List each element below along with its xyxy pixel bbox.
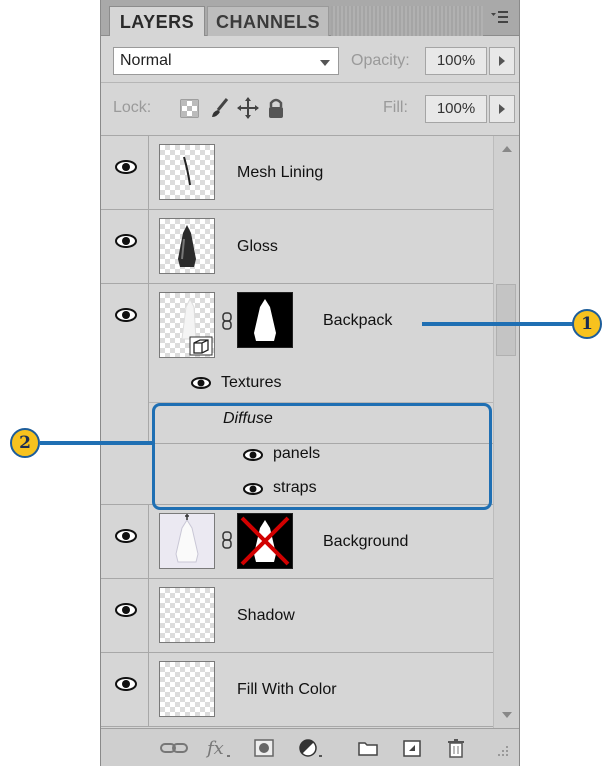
layer-thumbnail[interactable] xyxy=(159,587,215,643)
layer-thumbnail[interactable] xyxy=(159,144,215,200)
textures-row[interactable]: Textures xyxy=(149,366,493,403)
layers-panel: LAYERS CHANNELS Normal Opacity: 100% Loc… xyxy=(100,0,520,766)
visibility-toggle[interactable] xyxy=(101,505,149,578)
lock-label: Lock: xyxy=(113,99,152,116)
chevron-down-icon xyxy=(320,60,330,66)
layer-thumbnail[interactable] xyxy=(159,661,215,717)
visibility-toggle[interactable] xyxy=(101,136,149,209)
lock-all-icon[interactable] xyxy=(265,97,287,119)
callout-2-line xyxy=(40,441,152,445)
adjustment-layer-icon[interactable] xyxy=(297,737,325,759)
backpack-mask-icon xyxy=(254,299,276,341)
svg-text:fx: fx xyxy=(205,738,224,759)
mesh-lining-thumbnail-icon xyxy=(183,156,191,186)
layers-toolbar: fx xyxy=(101,728,519,766)
layer-name[interactable]: Gloss xyxy=(237,238,278,256)
visibility-toggle[interactable] xyxy=(101,579,149,652)
tab-bar-filler xyxy=(331,6,483,36)
fx-icon[interactable]: fx xyxy=(205,737,233,759)
link-chain-icon[interactable] xyxy=(221,531,233,549)
eye-icon xyxy=(115,308,137,322)
eye-icon xyxy=(115,529,137,543)
callout-2-highlight-box xyxy=(152,403,492,510)
scroll-up-icon[interactable] xyxy=(502,146,512,152)
tab-layers[interactable]: LAYERS xyxy=(109,6,205,36)
eye-icon[interactable] xyxy=(191,377,211,389)
visibility-toggle[interactable] xyxy=(101,653,149,726)
lock-image-icon[interactable] xyxy=(209,97,231,119)
layer-row-shadow[interactable]: Shadow xyxy=(101,579,493,653)
resize-grip-icon[interactable] xyxy=(495,743,509,757)
layer-row-background[interactable]: Background xyxy=(101,505,493,579)
layer-name[interactable]: Shadow xyxy=(237,607,295,625)
add-mask-icon[interactable] xyxy=(253,737,275,759)
new-group-icon[interactable] xyxy=(357,737,379,759)
tab-channels[interactable]: CHANNELS xyxy=(207,6,329,36)
blend-mode-select[interactable]: Normal xyxy=(113,47,339,75)
link-icon[interactable] xyxy=(159,737,189,759)
eye-icon xyxy=(115,160,137,174)
layer-row-mesh-lining[interactable]: Mesh Lining xyxy=(101,136,493,210)
eye-icon xyxy=(115,234,137,248)
new-layer-icon[interactable] xyxy=(401,737,423,759)
layers-scrollbar[interactable] xyxy=(493,136,519,728)
opacity-label: Opacity: xyxy=(351,52,410,69)
layer-name[interactable]: Fill With Color xyxy=(237,681,337,699)
panel-tab-bar: LAYERS CHANNELS xyxy=(101,0,519,36)
callout-1-badge: 1 xyxy=(572,309,602,339)
scroll-down-icon[interactable] xyxy=(502,712,512,718)
backpack-photo-icon xyxy=(160,514,214,568)
fill-label: Fill: xyxy=(383,99,408,116)
callout-1-line xyxy=(422,322,574,326)
opacity-field[interactable]: 100% xyxy=(425,47,487,75)
layer-name[interactable]: Backpack xyxy=(323,312,392,330)
layer-mask-thumbnail[interactable] xyxy=(237,292,293,348)
opacity-slider-button[interactable] xyxy=(489,47,515,75)
fill-slider-button[interactable] xyxy=(489,95,515,123)
callout-2-badge: 2 xyxy=(10,428,40,458)
layer-row-fill-with-color[interactable]: Fill With Color xyxy=(101,653,493,727)
layer-thumbnail[interactable] xyxy=(159,292,215,358)
trash-icon[interactable] xyxy=(445,737,467,759)
layer-row-gloss[interactable]: Gloss xyxy=(101,210,493,284)
layer-thumbnail[interactable] xyxy=(159,513,215,569)
eye-icon xyxy=(115,677,137,691)
backpack-silhouette-icon xyxy=(178,225,196,267)
link-chain-icon[interactable] xyxy=(221,312,233,330)
lock-row: Lock: Fill: 100% xyxy=(101,83,519,136)
lock-transparent-icon[interactable] xyxy=(179,97,201,119)
layer-name[interactable]: Mesh Lining xyxy=(237,164,323,182)
layer-mask-thumbnail[interactable] xyxy=(237,513,293,569)
layer-name[interactable]: Background xyxy=(323,533,408,551)
lock-position-icon[interactable] xyxy=(237,97,259,119)
disabled-mask-icon xyxy=(240,516,290,566)
visibility-toggle[interactable] xyxy=(101,284,149,444)
layer-thumbnail[interactable] xyxy=(159,218,215,274)
textures-label: Textures xyxy=(221,374,282,391)
blend-options-row: Normal Opacity: 100% xyxy=(101,36,519,83)
blend-mode-value: Normal xyxy=(120,52,172,69)
smart-object-icon xyxy=(181,297,213,356)
visibility-toggle[interactable] xyxy=(101,210,149,283)
scroll-thumb[interactable] xyxy=(496,284,516,356)
panel-menu-icon[interactable] xyxy=(489,8,509,26)
fill-field[interactable]: 100% xyxy=(425,95,487,123)
eye-icon xyxy=(115,603,137,617)
